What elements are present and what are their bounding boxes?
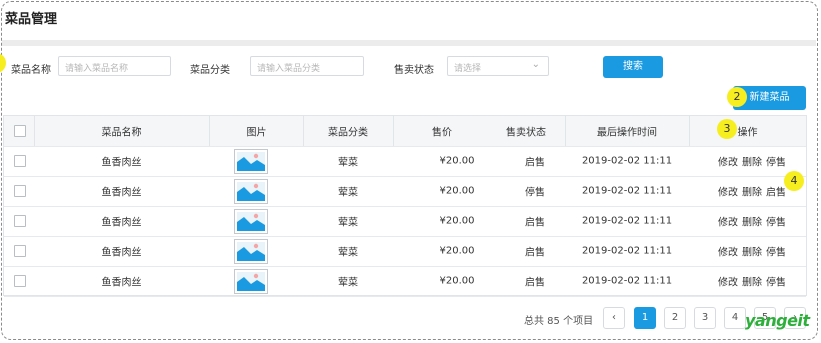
row-checkbox[interactable]	[14, 245, 26, 257]
marker-4: 4	[784, 171, 804, 191]
cell-time: 2019-02-02 11:11	[581, 185, 673, 197]
cell-time: 2019-02-02 11:11	[581, 155, 673, 167]
pagination-total: 总共 85 个项目	[524, 316, 594, 327]
page-3-button[interactable]: 3	[694, 307, 716, 329]
table-row: 鱼香肉丝 荤菜 ¥20.00 启售 2019-02-02 11:11 修改 删除 停售	[4, 266, 806, 297]
toggle-sale-link[interactable]: 启售	[766, 184, 786, 199]
row-checkbox[interactable]	[14, 185, 26, 197]
header-actions: 操作	[737, 127, 758, 139]
page-4-button[interactable]: 4	[724, 307, 746, 329]
header-time: 最后操作时间	[597, 127, 657, 139]
delete-link[interactable]: 删除	[742, 274, 762, 289]
toggle-sale-link[interactable]: 停售	[766, 244, 786, 259]
cell-time: 2019-02-02 11:11	[581, 215, 673, 227]
header-status: 售卖状态	[506, 127, 546, 139]
cell-name: 鱼香肉丝	[101, 247, 142, 259]
toggle-sale-link[interactable]: 停售	[766, 274, 786, 289]
image-placeholder-icon	[237, 272, 265, 291]
dish-image	[234, 179, 268, 204]
filter-name-label: 菜品名称	[11, 65, 51, 76]
image-placeholder-icon	[237, 242, 265, 261]
row-checkbox[interactable]	[14, 155, 26, 167]
edit-link[interactable]: 修改	[718, 154, 738, 169]
cell-name: 鱼香肉丝	[101, 217, 142, 229]
dish-category-input[interactable]: 请输入菜品分类	[250, 56, 364, 76]
delete-link[interactable]: 删除	[742, 184, 762, 199]
cell-category: 荤菜	[338, 187, 358, 199]
cell-status: 启售	[525, 217, 545, 229]
edit-link[interactable]: 修改	[718, 214, 738, 229]
header-category: 菜品分类	[328, 127, 368, 139]
chevron-left-icon[interactable]: ‹	[603, 307, 625, 329]
cell-status: 启售	[525, 157, 545, 169]
image-placeholder-icon	[237, 152, 265, 171]
image-placeholder-icon	[237, 182, 265, 201]
cell-status: 启售	[525, 277, 545, 289]
table-row: 鱼香肉丝 荤菜 ¥20.00 启售 2019-02-02 11:11 修改 删除 停售	[4, 146, 806, 177]
header-price: 售价	[432, 127, 452, 139]
filter-status-label: 售卖状态	[394, 65, 434, 76]
dish-image	[234, 149, 268, 174]
select-all-checkbox[interactable]	[14, 125, 26, 137]
edit-link[interactable]: 修改	[718, 244, 738, 259]
page-1-button[interactable]: 1	[634, 307, 656, 329]
cell-name: 鱼香肉丝	[101, 157, 142, 169]
title-divider	[2, 40, 816, 46]
dish-table: 菜品名称 图片 菜品分类 售价 售卖状态 最后操作时间 操作 鱼香肉丝 荤菜 ¥20…	[3, 115, 807, 297]
cell-status: 停售	[525, 187, 545, 199]
cell-category: 荤菜	[338, 247, 358, 259]
header-image: 图片	[246, 127, 267, 139]
delete-link[interactable]: 删除	[742, 154, 762, 169]
table-header: 菜品名称 图片 菜品分类 售价 售卖状态 最后操作时间 操作	[4, 116, 806, 147]
watermark-logo: yangeit	[745, 311, 810, 330]
table-row: 鱼香肉丝 荤菜 ¥20.00 启售 2019-02-02 11:11 修改 删除 停售	[4, 206, 806, 237]
toggle-sale-link[interactable]: 停售	[766, 154, 786, 169]
filter-category-label: 菜品分类	[190, 65, 230, 76]
cell-category: 荤菜	[338, 277, 358, 289]
dish-image	[234, 239, 268, 264]
image-placeholder-icon	[237, 212, 265, 231]
cell-status: 启售	[525, 247, 545, 259]
table-row: 鱼香肉丝 荤菜 ¥20.00 停售 2019-02-02 11:11 修改 删除 启售	[4, 176, 806, 207]
search-button[interactable]: 搜索	[603, 56, 663, 78]
dish-image	[234, 209, 268, 234]
row-checkbox[interactable]	[14, 215, 26, 227]
edit-link[interactable]: 修改	[718, 184, 738, 199]
dish-name-input[interactable]: 请输入菜品名称	[58, 56, 171, 76]
marker-2: 2	[727, 87, 747, 107]
status-select[interactable]: 请选择 ⌄	[447, 56, 549, 76]
edit-link[interactable]: 修改	[718, 274, 738, 289]
cell-time: 2019-02-02 11:11	[581, 275, 673, 287]
page-2-button[interactable]: 2	[664, 307, 686, 329]
marker-3: 3	[717, 119, 737, 139]
cell-name: 鱼香肉丝	[101, 187, 142, 199]
cell-time: 2019-02-02 11:11	[581, 245, 673, 257]
cell-category: 荤菜	[338, 217, 358, 229]
cell-category: 荤菜	[338, 157, 358, 169]
row-checkbox[interactable]	[14, 275, 26, 287]
delete-link[interactable]: 删除	[742, 214, 762, 229]
dish-image	[234, 269, 268, 294]
cell-name: 鱼香肉丝	[101, 277, 142, 289]
chevron-down-icon: ⌄	[531, 59, 540, 70]
delete-link[interactable]: 删除	[742, 244, 762, 259]
table-row: 鱼香肉丝 荤菜 ¥20.00 启售 2019-02-02 11:11 修改 删除 停售	[4, 236, 806, 267]
status-select-value: 请选择	[454, 64, 482, 74]
page-title: 菜品管理	[5, 12, 58, 27]
header-name: 菜品名称	[101, 127, 142, 139]
toggle-sale-link[interactable]: 停售	[766, 214, 786, 229]
